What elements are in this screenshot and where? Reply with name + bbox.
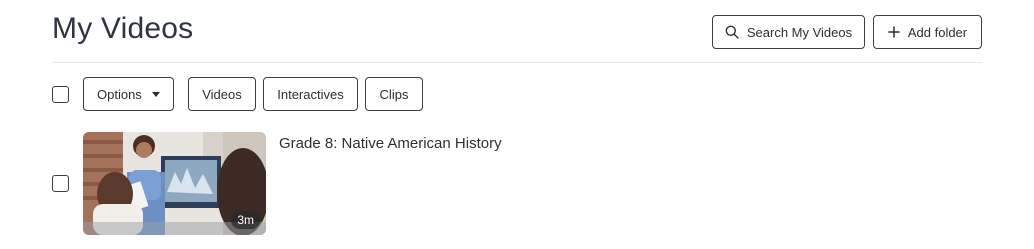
select-all-checkbox[interactable] <box>52 86 69 103</box>
add-folder-label: Add folder <box>907 24 968 40</box>
options-label: Options <box>97 86 142 102</box>
search-icon <box>725 25 739 39</box>
video-select-checkbox[interactable] <box>52 175 69 192</box>
filter-interactives-button[interactable]: Interactives <box>263 77 358 111</box>
add-folder-button[interactable]: Add folder <box>873 15 982 49</box>
search-my-videos-button[interactable]: Search My Videos <box>712 15 865 49</box>
search-button-label: Search My Videos <box>746 24 853 40</box>
plus-icon <box>888 26 900 38</box>
options-dropdown[interactable]: Options <box>83 77 174 111</box>
filter-videos-button[interactable]: Videos <box>188 77 256 111</box>
video-thumbnail[interactable]: 3m <box>83 132 266 235</box>
video-title-link[interactable]: Grade 8: Native American History <box>279 135 502 152</box>
caret-down-icon <box>152 92 160 97</box>
duration-badge: 3m <box>231 211 260 229</box>
header-divider <box>52 62 982 63</box>
filter-clips-button[interactable]: Clips <box>365 77 423 111</box>
page-title: My Videos <box>52 12 194 45</box>
